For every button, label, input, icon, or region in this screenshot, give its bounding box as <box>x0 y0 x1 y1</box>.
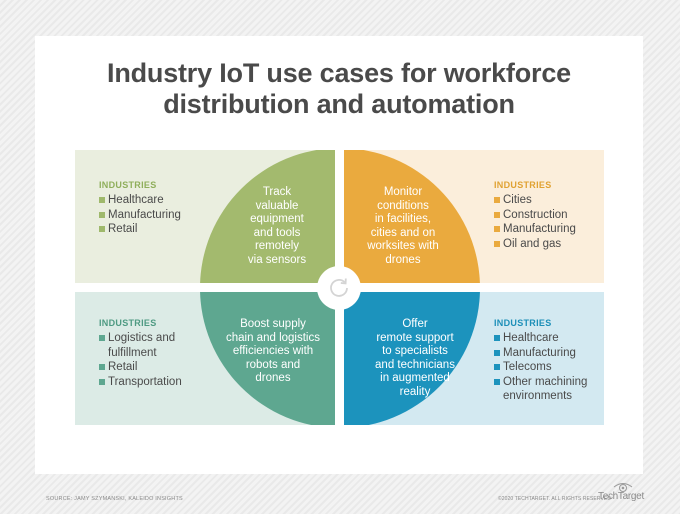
use-case-line: and technicians <box>375 358 455 371</box>
bullet-square-icon <box>99 226 105 232</box>
use-case-line: valuable <box>255 199 299 212</box>
industry-item: Cities <box>494 193 576 208</box>
use-case-line: chain and logistics <box>226 331 320 344</box>
industries-list-bottom-right: INDUSTRIES Healthcare Manufacturing Teleco… <box>494 318 594 404</box>
industry-item: Retail <box>99 222 181 237</box>
industries-list-top-right: INDUSTRIES Cities Construction Manufacturi… <box>494 180 576 251</box>
industry-label: Oil and gas <box>503 237 562 250</box>
use-case-line: and tools <box>253 226 301 239</box>
use-case-line: in facilities, <box>374 213 432 225</box>
use-case-text-top-right: Monitor conditions in facilities, cities an… <box>350 186 456 267</box>
industry-label: Transportation <box>108 375 182 388</box>
industry-item: Retail <box>99 360 189 375</box>
use-case-text-bottom-left: Boost supply chain and logistics efficienc… <box>208 318 338 386</box>
use-case-line: Boost supply <box>240 318 306 330</box>
industry-item: Manufacturing <box>494 222 576 237</box>
use-case-line: Offer <box>402 318 428 330</box>
industry-item: Oil and gas <box>494 237 576 252</box>
industries-header: INDUSTRIES <box>494 318 552 328</box>
industry-label: Logistics and fulfillment <box>108 332 176 359</box>
industry-label: Telecoms <box>503 361 552 373</box>
industry-label: Healthcare <box>503 332 559 344</box>
industry-label: Construction <box>503 208 568 221</box>
industry-label: Cities <box>503 194 532 206</box>
industry-label: Manufacturing <box>503 346 576 359</box>
industry-label: Other machining environments <box>503 375 588 403</box>
use-case-line: in augmented <box>380 372 450 384</box>
bullet-square-icon <box>99 335 105 341</box>
industries-list-bottom-left: INDUSTRIES Logistics and fulfillment Reta… <box>99 318 189 389</box>
bullet-square-icon <box>494 364 500 370</box>
source-credit: SOURCE: JAMY SZYMANSKI, KALEIDO INSIGHTS <box>46 496 183 502</box>
bullet-square-icon <box>99 211 105 218</box>
industry-item: Construction <box>494 208 576 223</box>
use-case-line: equipment <box>250 213 304 225</box>
refresh-cycle-icon <box>330 278 348 297</box>
use-case-line: worksites with <box>367 240 439 252</box>
bullet-square-icon <box>494 240 500 247</box>
industry-item: Logistics and fulfillment <box>99 331 189 360</box>
industry-label: Retail <box>108 361 138 373</box>
use-case-line: robots and <box>245 358 301 371</box>
use-case-line: reality <box>399 385 431 398</box>
use-case-line: via sensors <box>247 253 307 266</box>
use-case-line: cities and on <box>370 226 436 239</box>
industry-item: Other machining environments <box>494 375 594 404</box>
bullet-square-icon <box>99 197 105 203</box>
techtarget-logo: TechTarget <box>598 491 644 502</box>
use-case-line: efficiencies with <box>232 345 314 357</box>
use-case-line: remote support <box>376 331 454 344</box>
bullet-square-icon <box>494 378 500 385</box>
center-hub <box>317 266 361 310</box>
use-case-text-bottom-right: Offer remote support to specialists and tec… <box>350 318 480 399</box>
quadrant-circle <box>200 150 480 425</box>
industries-list-top-left: INDUSTRIES Healthcare Manufacturing Retail <box>99 180 181 237</box>
industry-item: Manufacturing <box>99 208 181 223</box>
use-case-text-top-left: Track valuable equipment and tools remotely v… <box>224 186 330 267</box>
industry-label: Manufacturing <box>108 208 181 221</box>
use-case-line: remotely <box>254 240 300 252</box>
industries-header: INDUSTRIES <box>494 180 552 190</box>
bullet-square-icon <box>494 226 500 232</box>
use-case-line: Monitor <box>383 186 423 198</box>
industry-item: Healthcare <box>494 331 594 346</box>
bullet-square-icon <box>99 378 105 385</box>
industries-header: INDUSTRIES <box>99 318 157 328</box>
industries-header: INDUSTRIES <box>99 180 157 190</box>
bullet-square-icon <box>99 364 105 370</box>
industry-item: Telecoms <box>494 360 594 375</box>
industry-item: Transportation <box>99 375 189 390</box>
copyright-notice: ©2020 TECHTARGET. ALL RIGHTS RESERVED <box>498 496 612 502</box>
use-case-line: Track <box>262 186 292 198</box>
industry-item: Healthcare <box>99 193 181 208</box>
bullet-square-icon <box>494 197 500 203</box>
industry-label: Manufacturing <box>503 223 576 235</box>
industry-item: Manufacturing <box>494 346 594 361</box>
use-case-line: to specialists <box>382 345 448 357</box>
use-case-line: drones <box>255 372 291 384</box>
use-case-line: drones <box>385 253 421 266</box>
bullet-square-icon <box>494 349 500 356</box>
bullet-square-icon <box>494 211 500 218</box>
industry-label: Retail <box>108 223 138 235</box>
use-case-line: conditions <box>377 199 429 212</box>
bullet-square-icon <box>494 335 500 341</box>
industry-label: Healthcare <box>108 194 164 206</box>
